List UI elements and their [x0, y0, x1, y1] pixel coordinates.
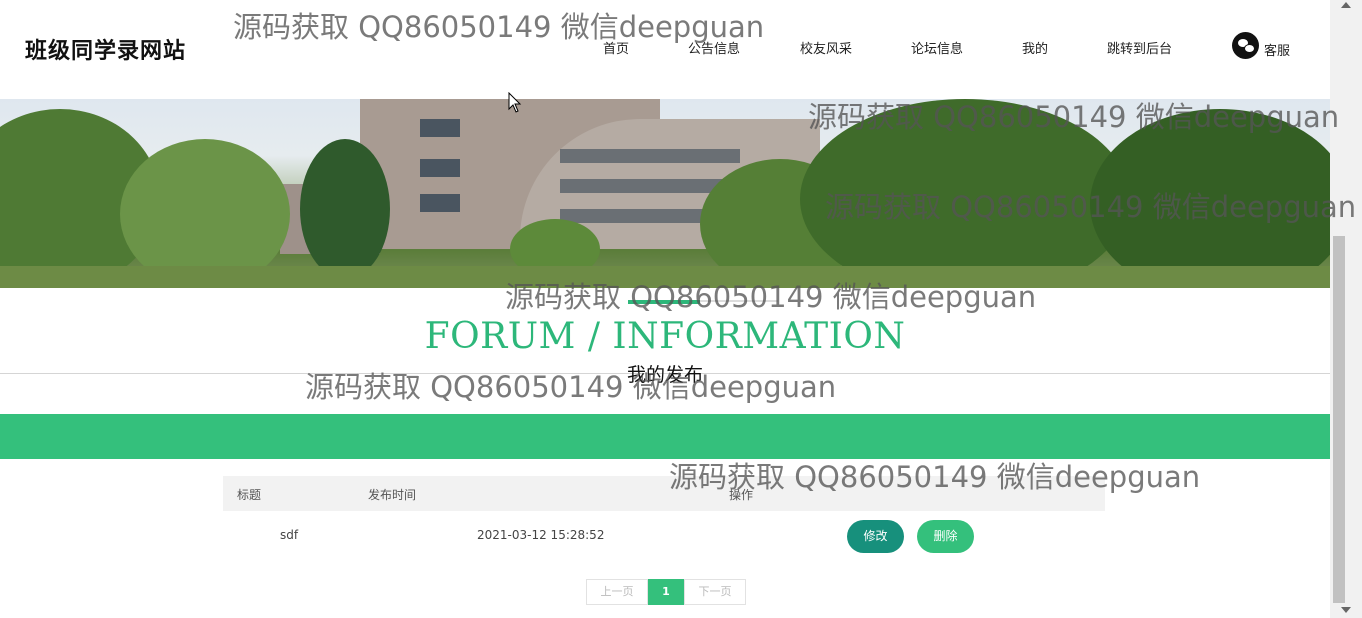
delete-button[interactable]: 删除 — [917, 520, 974, 553]
section-title: FORUM / INFORMATION — [424, 316, 906, 357]
table-row: sdf 2021-03-12 15:28:52 修改 删除 — [223, 518, 1105, 554]
col-title-header: 标题 — [237, 488, 262, 502]
site-logo[interactable]: 班级同学录网站 — [25, 33, 186, 65]
green-bar — [0, 414, 1330, 459]
edit-button[interactable]: 修改 — [847, 520, 904, 553]
mouse-cursor-icon — [508, 92, 522, 113]
nav-notices[interactable]: 公告信息 — [688, 38, 740, 57]
table-header: 标题 发布时间 操作 — [223, 476, 1105, 511]
section-subtitle: 我的发布 — [626, 364, 703, 386]
page: 班级同学录网站 首页 公告信息 校友风采 论坛信息 我的 跳转到后台 客服 FO… — [0, 0, 1330, 618]
tab-underline-active — [628, 300, 700, 304]
prev-page-button[interactable]: 上一页 — [586, 579, 648, 605]
next-page-button[interactable]: 下一页 — [684, 579, 746, 605]
row-title[interactable]: sdf — [280, 528, 298, 542]
col-time-header: 发布时间 — [368, 488, 417, 502]
row-time: 2021-03-12 15:28:52 — [477, 528, 605, 542]
customer-service-label: 客服 — [1264, 44, 1291, 59]
nav-home[interactable]: 首页 — [603, 38, 629, 57]
wechat-icon — [1232, 32, 1259, 59]
col-actions-header: 操作 — [729, 488, 754, 502]
tab-underline — [700, 300, 778, 302]
nav-mine[interactable]: 我的 — [1022, 38, 1048, 57]
nav-admin[interactable]: 跳转到后台 — [1107, 38, 1172, 57]
customer-service-button[interactable]: 客服 — [1232, 32, 1290, 59]
campus-banner-image — [0, 99, 1330, 288]
current-page-button[interactable]: 1 — [648, 579, 684, 605]
scrollbar[interactable] — [1330, 0, 1362, 618]
nav-alumni[interactable]: 校友风采 — [800, 38, 852, 57]
nav-forum[interactable]: 论坛信息 — [911, 38, 963, 57]
header: 班级同学录网站 首页 公告信息 校友风采 论坛信息 我的 跳转到后台 客服 — [0, 0, 1330, 99]
scroll-up-arrow-icon[interactable] — [1341, 2, 1351, 8]
scrollbar-thumb[interactable] — [1333, 236, 1345, 603]
pagination: 上一页 1 下一页 — [586, 579, 746, 605]
scroll-down-arrow-icon[interactable] — [1341, 607, 1351, 613]
